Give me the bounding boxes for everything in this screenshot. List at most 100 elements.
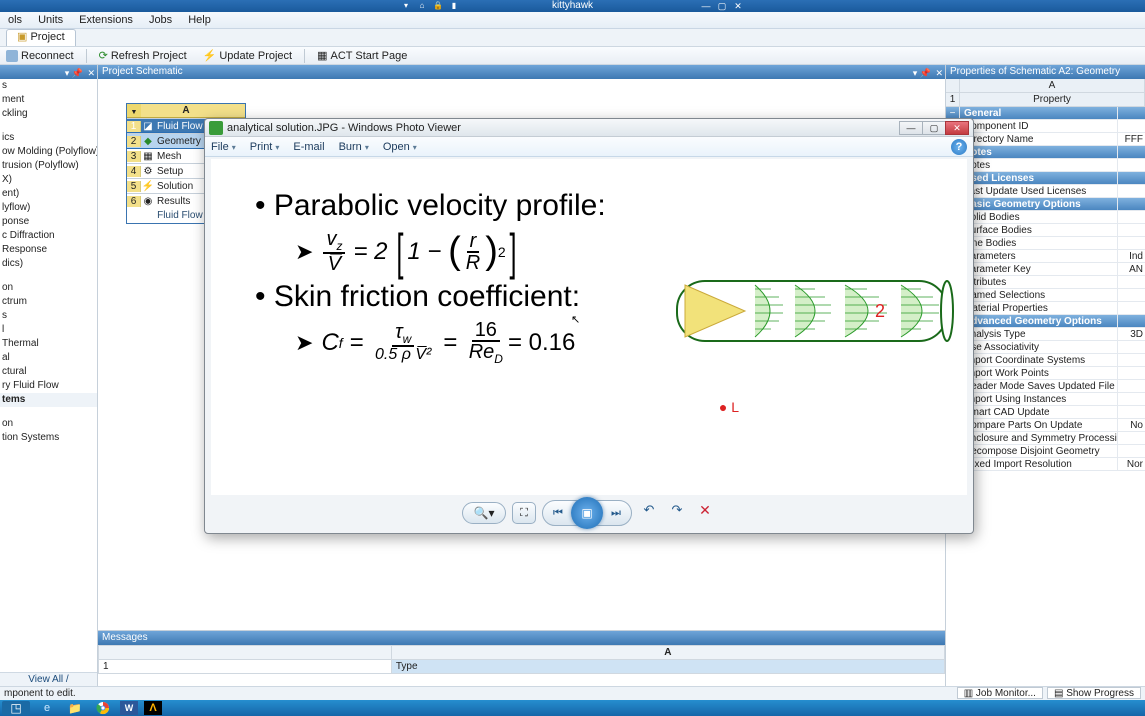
taskbar-ie-icon[interactable]: e xyxy=(36,701,58,715)
property-row[interactable]: 19Import Using Instances xyxy=(946,393,1145,406)
toolbox-list[interactable]: s ment ckling ics ow Molding (Polyflow) … xyxy=(0,79,97,672)
property-value[interactable] xyxy=(1117,185,1145,197)
property-value[interactable] xyxy=(1117,354,1145,366)
pv-maximize-button[interactable]: ▢ xyxy=(922,121,946,135)
property-value[interactable] xyxy=(1117,107,1145,119)
toolbox-item[interactable]: s xyxy=(0,79,97,93)
property-value[interactable] xyxy=(1117,432,1145,444)
menu-tools[interactable]: ols xyxy=(0,12,30,29)
pv-slideshow-button[interactable]: ▣ xyxy=(571,497,603,529)
toolbox-item[interactable]: al xyxy=(0,351,97,365)
property-row[interactable]: 23Decompose Disjoint Geometry xyxy=(946,445,1145,458)
pv-next-button[interactable]: ⏭ xyxy=(605,507,627,520)
close-panel-icon[interactable]: ✕ xyxy=(935,66,943,80)
property-row[interactable]: 20Smart CAD Update xyxy=(946,406,1145,419)
property-row[interactable]: 6Solid Bodies xyxy=(946,211,1145,224)
menu-units[interactable]: Units xyxy=(30,12,71,29)
update-project-button[interactable]: ⚡ Update Project xyxy=(199,49,296,62)
property-value[interactable]: AN xyxy=(1117,263,1145,275)
toolbox-item[interactable]: s xyxy=(0,309,97,323)
property-section-header[interactable]: −Basic Geometry Options xyxy=(946,198,1145,211)
property-value[interactable] xyxy=(1117,146,1145,158)
toolbox-item[interactable]: X) xyxy=(0,173,97,187)
taskbar-word-icon[interactable]: W xyxy=(120,701,138,715)
taskbar-chrome-icon[interactable] xyxy=(92,701,114,715)
close-panel-icon[interactable]: ✕ xyxy=(87,66,95,80)
property-row[interactable]: 8Line Bodies xyxy=(946,237,1145,250)
property-row[interactable]: 4Notes xyxy=(946,159,1145,172)
pv-menu-burn[interactable]: Burn xyxy=(339,141,369,153)
toolbox-item[interactable]: l xyxy=(0,323,97,337)
menu-jobs[interactable]: Jobs xyxy=(141,12,180,29)
toolbox-item[interactable]: Response xyxy=(0,243,97,257)
property-value[interactable] xyxy=(1117,224,1145,236)
property-value[interactable] xyxy=(1117,380,1145,392)
property-row[interactable]: 5Last Update Used Licenses xyxy=(946,185,1145,198)
pin-icon[interactable]: ▾ 📌 xyxy=(913,66,931,80)
menu-help[interactable]: Help xyxy=(180,12,219,29)
titlebar-lock-icon[interactable]: 🔒 xyxy=(432,0,444,10)
toolbox-item[interactable]: ics xyxy=(0,131,97,145)
property-value[interactable]: 3D xyxy=(1117,328,1145,340)
toolbox-item[interactable]: trusion (Polyflow) xyxy=(0,159,97,173)
toolbox-item[interactable]: Thermal xyxy=(0,337,97,351)
property-value[interactable] xyxy=(1117,211,1145,223)
toolbox-item[interactable]: ckling xyxy=(0,107,97,121)
close-button[interactable]: ✕ xyxy=(731,0,745,10)
toolbox-item[interactable]: lyflow) xyxy=(0,201,97,215)
toolbox-item[interactable]: ctrum xyxy=(0,295,97,309)
menu-extensions[interactable]: Extensions xyxy=(71,12,141,29)
property-row[interactable]: 17Import Work Points xyxy=(946,367,1145,380)
start-button[interactable]: ◳ xyxy=(2,701,30,715)
titlebar-home-icon[interactable]: ⌂ xyxy=(416,0,428,10)
pv-zoom-button[interactable]: 🔍▾ xyxy=(462,502,506,524)
taskbar-ansys-icon[interactable]: Λ xyxy=(144,701,162,715)
toolbox-view-all-link[interactable]: View All / Customize... xyxy=(0,672,97,686)
pv-menu-print[interactable]: Print xyxy=(250,141,280,153)
property-value[interactable] xyxy=(1117,198,1145,210)
property-value[interactable] xyxy=(1117,159,1145,171)
pv-menu-open[interactable]: Open xyxy=(383,141,417,153)
taskbar-explorer-icon[interactable]: 📁 xyxy=(64,701,86,715)
pv-help-button[interactable]: ? xyxy=(951,139,967,155)
property-section-header[interactable]: −Advanced Geometry Options xyxy=(946,315,1145,328)
property-row[interactable]: 22Enclosure and Symmetry Processing xyxy=(946,432,1145,445)
property-section-header[interactable]: −General xyxy=(946,107,1145,120)
titlebar-chart-icon[interactable]: ▮ xyxy=(448,0,460,10)
job-monitor-button[interactable]: ▥ Job Monitor... xyxy=(957,687,1043,699)
property-row[interactable]: 9ParametersInd xyxy=(946,250,1145,263)
refresh-project-button[interactable]: ⟳ Refresh Project xyxy=(95,49,191,62)
property-row[interactable]: 3Directory NameFFF xyxy=(946,133,1145,146)
pv-minimize-button[interactable]: — xyxy=(899,121,923,135)
property-value[interactable] xyxy=(1117,172,1145,184)
pv-rotate-cw-button[interactable]: ↷ xyxy=(666,502,688,524)
property-value[interactable] xyxy=(1117,393,1145,405)
property-row[interactable]: 7Surface Bodies xyxy=(946,224,1145,237)
pv-rotate-ccw-button[interactable]: ↶ xyxy=(638,502,660,524)
property-row[interactable]: 15Use Associativity xyxy=(946,341,1145,354)
pv-fit-button[interactable]: ⛶ xyxy=(512,502,536,524)
toolbox-item[interactable]: ctural xyxy=(0,365,97,379)
property-value[interactable] xyxy=(1117,315,1145,327)
show-progress-button[interactable]: ▤ Show Progress xyxy=(1047,687,1141,699)
pv-delete-button[interactable]: ✕ xyxy=(694,502,716,524)
photo-viewer-window[interactable]: analytical solution.JPG - Windows Photo … xyxy=(204,118,974,534)
property-value[interactable]: Ind xyxy=(1117,250,1145,262)
property-row[interactable]: 14Analysis Type3D xyxy=(946,328,1145,341)
property-row[interactable]: 2Component ID xyxy=(946,120,1145,133)
system-column-dropdown[interactable] xyxy=(127,104,141,117)
pv-menu-email[interactable]: E-mail xyxy=(293,141,324,153)
property-value[interactable] xyxy=(1117,341,1145,353)
property-row[interactable]: 18Reader Mode Saves Updated File xyxy=(946,380,1145,393)
photo-viewer-titlebar[interactable]: analytical solution.JPG - Windows Photo … xyxy=(205,119,973,137)
property-row[interactable]: 21Compare Parts On UpdateNo xyxy=(946,419,1145,432)
pin-icon[interactable]: ▾ 📌 xyxy=(65,66,83,80)
property-value[interactable] xyxy=(1117,445,1145,457)
toolbox-item[interactable]: ent) xyxy=(0,187,97,201)
property-value[interactable] xyxy=(1117,367,1145,379)
minimize-button[interactable]: — xyxy=(699,0,713,10)
properties-body[interactable]: −General2Component ID3Directory NameFFF −… xyxy=(946,107,1145,686)
toolbox-item[interactable]: tion Systems xyxy=(0,431,97,445)
toolbox-item[interactable]: on xyxy=(0,417,97,431)
property-value[interactable] xyxy=(1117,289,1145,301)
